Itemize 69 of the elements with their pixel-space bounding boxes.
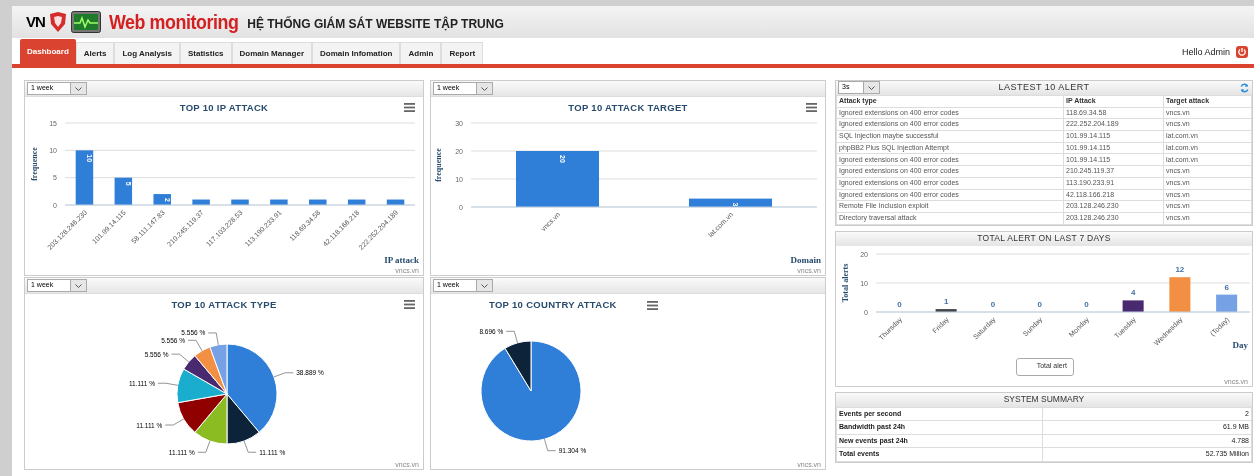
bar [153, 194, 171, 205]
nav-tab[interactable]: Admin [400, 42, 442, 64]
y-axis-title: frequence [30, 147, 39, 181]
logo-text: VN [26, 11, 45, 32]
bar-value-label: 6 [1224, 282, 1229, 292]
x-axis-title: IP attack [384, 255, 419, 265]
bar [114, 177, 133, 205]
monitor-icon [70, 11, 101, 33]
bar [270, 199, 288, 205]
leader-line [164, 418, 185, 426]
nav-tab[interactable]: Domain Manager [231, 42, 313, 64]
chart-title: TOP 10 IP ATTACK [179, 100, 269, 115]
bar [347, 199, 366, 205]
leader-line [243, 440, 257, 453]
bar [1122, 299, 1144, 312]
leader-line [187, 339, 203, 352]
bar [192, 199, 210, 205]
panel-title: LASTEST 10 ALERT [998, 81, 1090, 95]
nav-tab[interactable]: Alerts [75, 42, 115, 64]
panel-title: SYSTEM SUMMARY [1003, 393, 1085, 406]
leader-line [197, 440, 211, 453]
refresh-icon[interactable] [1240, 83, 1249, 93]
y-axis-title: frequence [434, 148, 443, 182]
bar-value-label: 0 [1037, 299, 1042, 309]
bar-value-label: 1 [943, 296, 949, 306]
y-axis-title: Total alerts [841, 263, 850, 302]
chart-title: TOP 10 COUNTRY ATTACK [489, 297, 617, 312]
leader-line [273, 372, 294, 378]
bar-value-label: 0 [990, 299, 996, 309]
power-icon[interactable] [1236, 46, 1248, 59]
chevron-down-icon [75, 283, 82, 288]
chevron-down-icon [481, 283, 488, 288]
leader-line [544, 438, 557, 452]
leader-line [157, 382, 179, 386]
nav-tab[interactable]: Dashboard [20, 39, 76, 64]
nav-tab[interactable]: Report [441, 42, 484, 64]
chart-title: TOP 10 ATTACK TYPE [171, 297, 277, 312]
leader-line [171, 353, 190, 363]
app-subtitle: HỆ THỐNG GIÁM SÁT WEBSITE TẬP TRUNG [247, 15, 504, 33]
bar [386, 199, 405, 205]
bar [231, 199, 249, 205]
bar-value-label: 0 [897, 299, 902, 309]
menu-icon[interactable] [404, 300, 415, 309]
bar [75, 150, 94, 205]
shield-logo-icon [48, 12, 67, 32]
chart-title: TOP 10 ATTACK TARGET [568, 100, 688, 115]
menu-icon[interactable] [806, 103, 817, 112]
nav-tab[interactable]: Domain Infomation [312, 42, 401, 64]
nav-tab[interactable]: Statistics [180, 42, 232, 64]
bar [935, 308, 957, 312]
leader-line [505, 330, 518, 344]
bar [1216, 294, 1238, 312]
x-axis-title: Domain [790, 255, 821, 265]
bar-value-label: 4 [1130, 287, 1136, 297]
chevron-down-icon [75, 86, 82, 91]
app-title: Web monitoring [108, 9, 239, 36]
bar [309, 199, 327, 205]
menu-icon[interactable] [404, 103, 415, 112]
x-axis-title: Day [1232, 339, 1248, 350]
leader-line [207, 332, 219, 346]
chevron-down-icon [868, 85, 875, 90]
bar-value-label: 12 [1175, 264, 1185, 274]
bar [1169, 276, 1191, 312]
greeting: Hello Admin [1181, 45, 1230, 59]
menu-icon[interactable] [646, 300, 658, 310]
chevron-down-icon [481, 86, 488, 91]
panel-title: TOTAL ALERT ON LAST 7 DAYS [977, 232, 1111, 245]
nav-tab[interactable]: Log Analysis [114, 42, 180, 64]
bar-value-label: 0 [1084, 299, 1089, 309]
